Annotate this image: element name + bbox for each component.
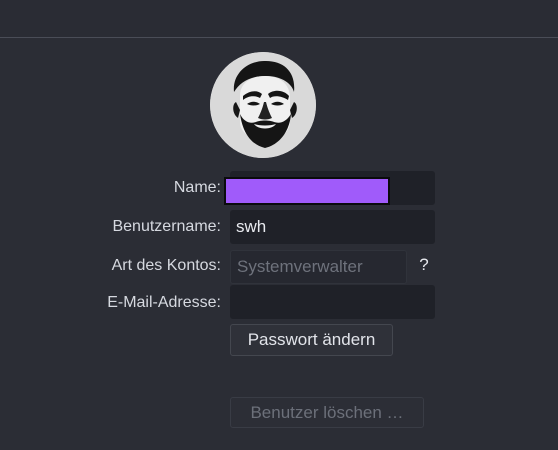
avatar-portrait-icon (210, 52, 316, 158)
user-avatar[interactable] (210, 52, 316, 158)
account-type-field[interactable]: Systemverwalter (230, 250, 407, 284)
email-input[interactable] (230, 285, 435, 319)
account-type-help-icon[interactable]: ? (417, 255, 431, 277)
name-label: Name: (173, 179, 221, 196)
top-bar (0, 0, 558, 38)
change-password-button[interactable]: Passwort ändern (230, 324, 393, 356)
redaction-block (224, 177, 390, 205)
user-account-panel: Name: Benutzername: swh Art des Kontos: … (0, 0, 558, 450)
email-label: E-Mail-Adresse: (107, 294, 221, 311)
account-type-label: Art des Kontos: (111, 257, 221, 274)
delete-user-button[interactable]: Benutzer löschen … (230, 397, 424, 428)
username-label: Benutzername: (112, 218, 221, 235)
username-input[interactable]: swh (230, 210, 435, 244)
